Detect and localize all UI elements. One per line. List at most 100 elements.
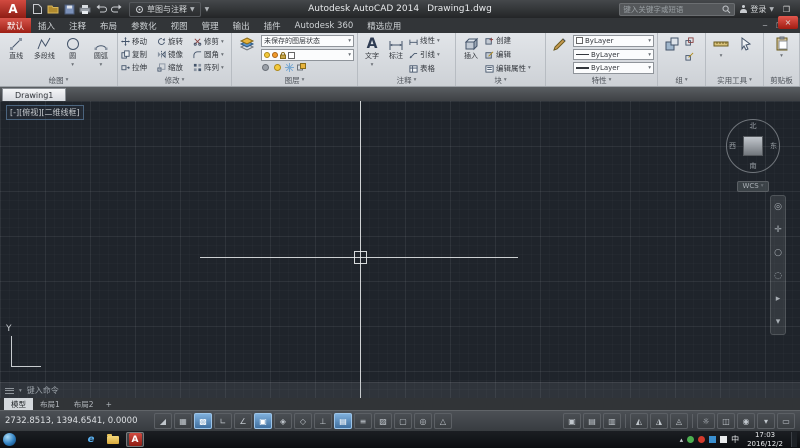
panel-label-block[interactable]: 块▾ <box>456 74 545 86</box>
layer-freeze-icon[interactable] <box>285 63 294 72</box>
object-snap-toggle[interactable]: ▣ <box>254 413 272 429</box>
workspace-switcher[interactable]: 草图与注释 ▼ <box>129 2 201 17</box>
ribbon-tab-insert[interactable]: 插入 <box>31 18 62 33</box>
save-icon[interactable] <box>62 2 76 16</box>
annotation-scale-button[interactable]: ◬ <box>670 413 688 429</box>
browser-taskbar-icon[interactable]: e <box>82 432 100 447</box>
undo-icon[interactable] <box>94 2 108 16</box>
group-button[interactable] <box>661 35 683 74</box>
explorer-taskbar-icon[interactable] <box>104 432 122 447</box>
paste-button[interactable]: ▾ <box>770 35 794 74</box>
ribbon-tab-home[interactable]: 默认 <box>0 18 31 33</box>
status-menu-button[interactable]: ▾ <box>757 413 775 429</box>
polar-tracking-toggle[interactable]: ∠ <box>234 413 252 429</box>
show-desktop-button[interactable] <box>791 432 797 447</box>
ortho-mode-toggle[interactable]: ∟ <box>214 413 232 429</box>
taskbar-clock[interactable]: 17:03 2016/12/2 <box>743 431 787 448</box>
quick-view-layouts-button[interactable]: ▤ <box>583 413 601 429</box>
3d-object-snap-toggle[interactable]: ◈ <box>274 413 292 429</box>
tray-icon-white[interactable] <box>720 436 727 443</box>
compass-west-label[interactable]: 西 <box>729 141 736 151</box>
tool-arc[interactable]: 圆弧 ▾ <box>88 35 114 74</box>
tool-trim[interactable]: 修剪▾ <box>193 36 229 47</box>
layer-properties-button[interactable] <box>235 35 259 74</box>
navbar-menu-icon[interactable]: ▾ <box>776 318 781 327</box>
navigation-bar[interactable]: ◎ ✛ ○ ◌ ▸ ▾ <box>770 195 786 335</box>
redo-icon[interactable] <box>110 2 124 16</box>
tool-leader[interactable]: 引线▾ <box>409 49 452 61</box>
tab-model[interactable]: 模型 <box>4 398 33 410</box>
app-menu-button[interactable]: A <box>0 0 26 18</box>
group-edit-icon[interactable] <box>685 50 702 63</box>
ribbon-tab-view[interactable]: 视图 <box>164 18 195 33</box>
toolbar-lock-button[interactable]: ◫ <box>717 413 735 429</box>
help-search-box[interactable]: 键入关键字或短语 <box>619 3 735 16</box>
command-grip-icon[interactable] <box>5 387 14 395</box>
tool-line[interactable]: 直线 <box>3 35 29 74</box>
layer-match-icon[interactable] <box>297 63 306 72</box>
grid-display-toggle[interactable]: ▩ <box>194 413 212 429</box>
compass-south-label[interactable]: 南 <box>750 161 757 171</box>
ribbon-tab-manage[interactable]: 管理 <box>195 18 226 33</box>
panel-label-utilities[interactable]: 实用工具▾ <box>706 74 763 86</box>
tool-dimension[interactable]: 标注 <box>385 35 407 74</box>
tray-icon-blue[interactable] <box>709 436 716 443</box>
tab-layout1[interactable]: 布局1 <box>33 398 67 410</box>
ribbon-tab-annotate[interactable]: 注释 <box>62 18 93 33</box>
model-space-button[interactable]: ▣ <box>563 413 581 429</box>
start-button[interactable] <box>3 433 16 446</box>
tool-rotate[interactable]: 旋转 <box>157 36 193 47</box>
isolate-objects-button[interactable]: ◉ <box>737 413 755 429</box>
panel-label-groups[interactable]: 组▾ <box>658 74 705 86</box>
tool-fillet[interactable]: 圆角▾ <box>193 49 229 60</box>
viewcube-compass[interactable]: 北 南 西 东 <box>726 119 780 173</box>
ribbon-tab-parametric[interactable]: 参数化 <box>124 18 164 33</box>
layer-list-dropdown[interactable]: ▾ <box>261 49 354 61</box>
compass-east-label[interactable]: 东 <box>770 141 777 151</box>
ribbon-tab-output[interactable]: 输出 <box>226 18 257 33</box>
zoom-icon[interactable]: ○ <box>774 249 782 258</box>
qat-menu-icon[interactable]: ▼ <box>205 6 210 13</box>
viewcube-cube[interactable] <box>743 136 763 156</box>
ribbon-tab-featured-apps[interactable]: 精选应用 <box>360 18 408 33</box>
tool-text[interactable]: A 文字 ▾ <box>361 35 383 74</box>
tray-icon-green[interactable] <box>687 436 694 443</box>
color-dropdown[interactable]: ByLayer ▾ <box>573 35 654 47</box>
ribbon-tab-layout[interactable]: 布局 <box>93 18 124 33</box>
tool-circle[interactable]: 圆 ▾ <box>60 35 86 74</box>
new-file-icon[interactable] <box>30 2 44 16</box>
linetype-dropdown[interactable]: ByLayer ▾ <box>573 49 654 61</box>
annotation-visibility-button[interactable]: ◭ <box>630 413 648 429</box>
measure-button[interactable]: ▾ <box>709 35 733 74</box>
ribbon-tab-autodesk360[interactable]: Autodesk 360 <box>288 18 361 33</box>
tool-insert-block[interactable]: 插入 <box>459 35 483 74</box>
panel-label-clipboard[interactable]: 剪贴板 <box>764 74 799 86</box>
wcs-menu[interactable]: WCS ▾ <box>737 181 768 192</box>
quick-properties-toggle[interactable]: ▢ <box>394 413 412 429</box>
tool-edit-attributes[interactable]: 编辑属性▾ <box>485 62 542 74</box>
tool-array[interactable]: 阵列▾ <box>193 62 229 73</box>
autocad-taskbar-icon[interactable]: A <box>126 432 144 447</box>
dynamic-input-toggle[interactable]: ▤ <box>334 413 352 429</box>
new-layout-button[interactable]: + <box>101 398 117 410</box>
file-tab-drawing1[interactable]: Drawing1 <box>2 88 66 101</box>
tool-scale[interactable]: 缩放 <box>157 62 193 73</box>
tool-stretch[interactable]: 拉伸 <box>121 62 157 73</box>
viewcube[interactable]: 北 南 西 东 WCS ▾ <box>722 119 784 192</box>
open-file-icon[interactable] <box>46 2 60 16</box>
tool-edit-block[interactable]: 编辑 <box>485 49 542 61</box>
command-menu-icon[interactable]: ▾ <box>19 388 22 394</box>
selection-cycling-toggle[interactable]: ◎ <box>414 413 432 429</box>
panel-label-properties[interactable]: 特性▾ <box>546 74 657 86</box>
drawing-canvas[interactable]: [-][俯视][二维线框] 北 南 西 东 WCS ▾ ◎ ✛ ○ ◌ ▸ ▾ <box>0 101 800 398</box>
showmotion-icon[interactable]: ▸ <box>776 295 781 304</box>
steering-wheel-icon[interactable]: ◎ <box>774 203 782 212</box>
lineweight-toggle[interactable]: ≡ <box>354 413 372 429</box>
tab-layout2[interactable]: 布局2 <box>67 398 101 410</box>
tool-polyline[interactable]: 多段线 <box>31 35 57 74</box>
lineweight-dropdown[interactable]: ByLayer ▾ <box>573 62 654 74</box>
transparency-toggle[interactable]: ▨ <box>374 413 392 429</box>
tool-linear[interactable]: 线性▾ <box>409 35 452 47</box>
ribbon-tab-plugins[interactable]: 插件 <box>257 18 288 33</box>
object-snap-tracking-toggle[interactable]: ◇ <box>294 413 312 429</box>
